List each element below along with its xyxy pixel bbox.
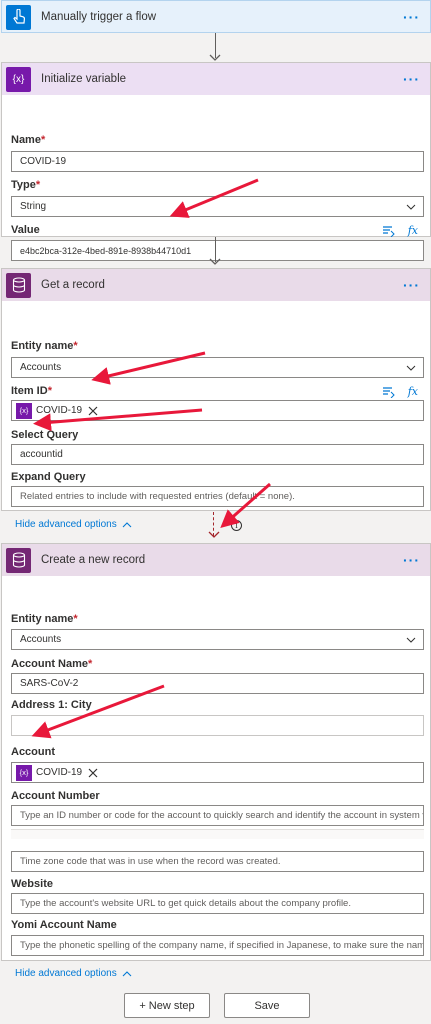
- trigger-title: Manually trigger a flow: [41, 11, 157, 23]
- entity-name-select[interactable]: Accounts: [11, 357, 424, 378]
- entity-name-label: Entity name*: [11, 340, 78, 352]
- chevron-down-icon: [406, 365, 416, 371]
- get-record-card: Get a record ··· Entity name* Accounts I…: [1, 268, 431, 530]
- account-name-label: Account Name*: [11, 658, 93, 670]
- account-label: Account: [11, 746, 55, 758]
- timezone-input[interactable]: Time zone code that was in use when the …: [11, 851, 424, 872]
- init-variable-more-button[interactable]: ···: [403, 71, 420, 87]
- variable-icon: {x}: [6, 66, 31, 92]
- expression-icon[interactable]: fx: [408, 224, 418, 237]
- chevron-down-icon: [406, 204, 416, 210]
- dynamic-content-icon[interactable]: [382, 386, 396, 398]
- variable-token[interactable]: {x} COVID-19: [15, 402, 100, 419]
- trigger-more-button[interactable]: ···: [403, 9, 420, 25]
- variable-token[interactable]: {x} COVID-19: [15, 764, 100, 781]
- chevron-up-icon: [122, 971, 132, 977]
- save-button[interactable]: Save: [224, 993, 310, 1018]
- variable-icon: {x}: [16, 402, 32, 419]
- connector-arrow-icon: [208, 531, 220, 538]
- touch-icon: [6, 4, 31, 30]
- name-input[interactable]: COVID-19: [11, 151, 424, 172]
- trigger-header[interactable]: Manually trigger a flow ···: [2, 1, 430, 33]
- city-input[interactable]: [11, 715, 424, 736]
- trigger-card[interactable]: Manually trigger a flow ···: [1, 0, 431, 33]
- city-label: Address 1: City: [11, 699, 92, 711]
- token-label: COVID-19: [36, 405, 83, 416]
- expand-query-label: Expand Query: [11, 471, 86, 483]
- item-id-label: Item ID*: [11, 385, 52, 397]
- database-icon: [6, 547, 31, 573]
- account-input[interactable]: {x} COVID-19: [11, 762, 424, 783]
- expression-icon[interactable]: fx: [408, 385, 418, 398]
- close-icon[interactable]: [87, 767, 99, 779]
- init-variable-card: {x} Initialize variable ··· Name* COVID-…: [1, 62, 431, 261]
- chevron-down-icon: [406, 637, 416, 643]
- hide-advanced-label: Hide advanced options: [15, 968, 117, 979]
- database-icon: [6, 272, 31, 298]
- type-select[interactable]: String: [11, 196, 424, 217]
- variable-icon: {x}: [16, 764, 32, 781]
- connector-arrow-icon: [209, 258, 221, 265]
- item-id-input[interactable]: {x} COVID-19: [11, 400, 424, 421]
- account-name-input[interactable]: SARS-CoV-2: [11, 673, 424, 694]
- hide-advanced-options-link[interactable]: Hide advanced options: [15, 968, 132, 979]
- yomi-account-name-label: Yomi Account Name: [11, 919, 117, 931]
- value-label: Value: [11, 224, 40, 236]
- select-query-input[interactable]: accountid: [11, 444, 424, 465]
- yomi-account-name-input[interactable]: Type the phonetic spelling of the compan…: [11, 935, 424, 956]
- new-step-button[interactable]: + New step: [124, 993, 210, 1018]
- get-record-title: Get a record: [41, 279, 105, 291]
- close-icon[interactable]: [87, 405, 99, 417]
- info-icon[interactable]: i: [231, 520, 242, 531]
- create-record-header[interactable]: Create a new record ···: [2, 544, 430, 576]
- create-record-title: Create a new record: [41, 554, 146, 566]
- entity-name-label: Entity name*: [11, 613, 78, 625]
- overlapped-row: [11, 829, 424, 839]
- account-number-input[interactable]: Type an ID number or code for the accoun…: [11, 805, 424, 826]
- create-record-more-button[interactable]: ···: [403, 552, 420, 568]
- token-label: COVID-19: [36, 767, 83, 778]
- dynamic-content-icon[interactable]: [382, 225, 396, 237]
- website-input[interactable]: Type the account's website URL to get qu…: [11, 893, 424, 914]
- value-side-icons: fx: [382, 224, 418, 237]
- expand-query-input[interactable]: Related entries to include with requeste…: [11, 486, 424, 507]
- type-label: Type*: [11, 179, 41, 191]
- name-label: Name*: [11, 134, 46, 146]
- select-query-label: Select Query: [11, 429, 79, 441]
- get-record-more-button[interactable]: ···: [403, 277, 420, 293]
- init-variable-title: Initialize variable: [41, 73, 127, 85]
- chevron-up-icon: [122, 522, 132, 528]
- account-number-label: Account Number: [11, 790, 100, 802]
- entity-name-value: Accounts: [20, 634, 62, 645]
- get-record-header[interactable]: Get a record ···: [2, 269, 430, 301]
- type-select-value: String: [20, 201, 47, 212]
- connector-arrow-icon: [209, 54, 221, 61]
- website-label: Website: [11, 878, 53, 890]
- hide-advanced-label: Hide advanced options: [15, 519, 117, 530]
- entity-name-select[interactable]: Accounts: [11, 629, 424, 650]
- init-variable-header[interactable]: {x} Initialize variable ···: [2, 63, 430, 95]
- hide-advanced-options-link[interactable]: Hide advanced options: [15, 519, 132, 530]
- entity-name-value: Accounts: [20, 362, 62, 373]
- create-record-card: Create a new record ··· Entity name* Acc…: [1, 543, 431, 979]
- item-id-side-icons: fx: [382, 385, 418, 398]
